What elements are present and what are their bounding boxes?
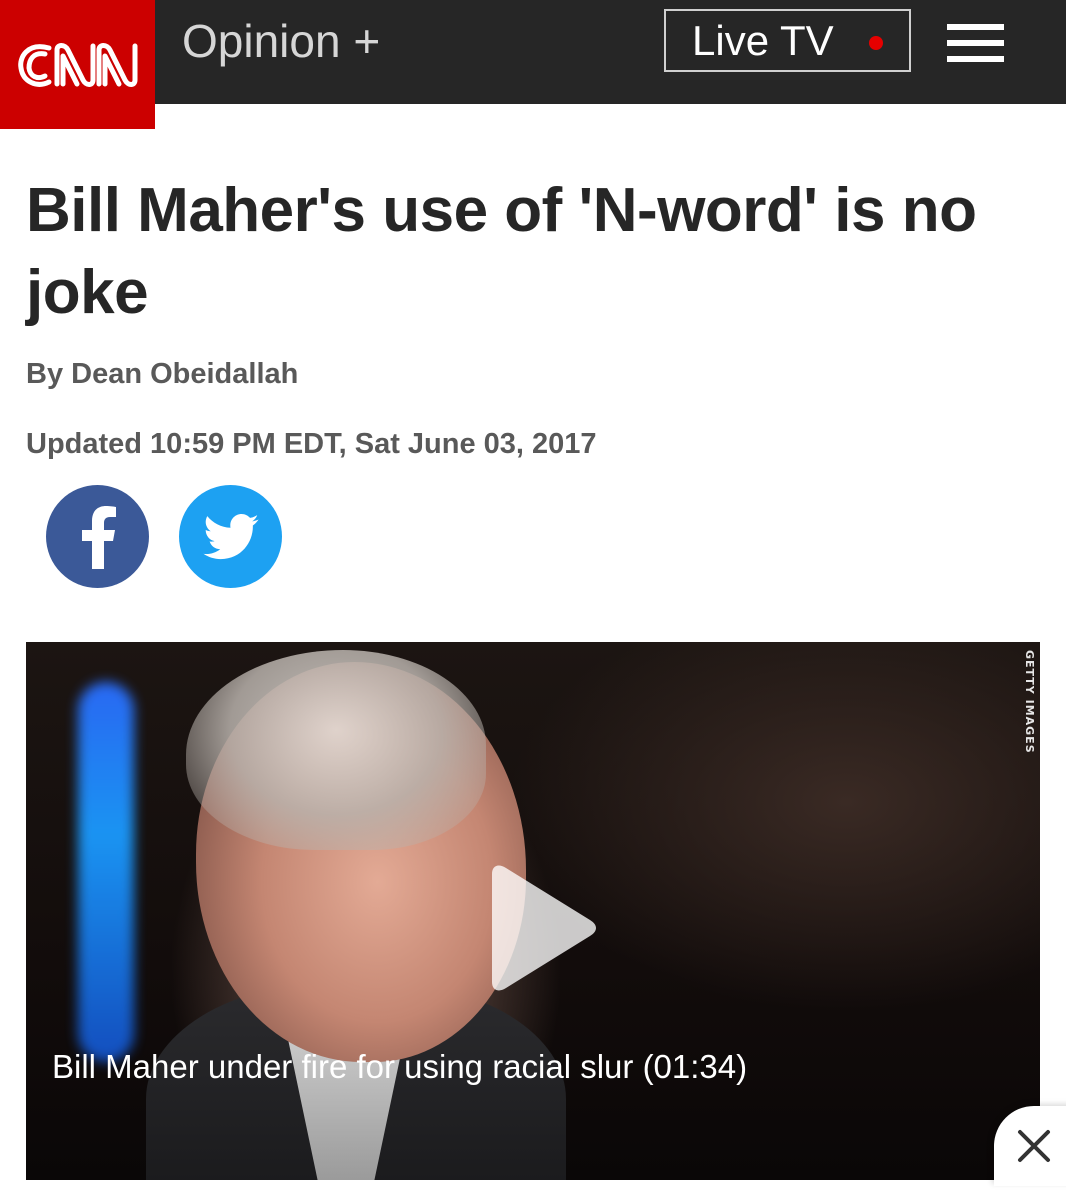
section-label-opinion[interactable]: Opinion + (182, 14, 380, 68)
menu-line (947, 56, 1004, 62)
video-subject-hair (186, 650, 486, 850)
live-indicator-dot (869, 36, 883, 50)
video-player[interactable]: GETTY IMAGES Bill Maher under fire for u… (26, 642, 1040, 1180)
menu-line (947, 40, 1004, 46)
close-icon (1018, 1130, 1050, 1162)
cnn-logo-mark (17, 42, 137, 87)
facebook-icon (81, 505, 116, 569)
close-button[interactable] (994, 1106, 1066, 1186)
article-timestamp: Updated 10:59 PM EDT, Sat June 03, 2017 (26, 428, 597, 460)
facebook-share-button[interactable] (46, 485, 149, 588)
video-background-light (78, 682, 134, 1062)
cnn-logo[interactable] (0, 0, 155, 129)
play-icon[interactable] (480, 864, 600, 992)
menu-line (947, 24, 1004, 30)
article-headline: Bill Maher's use of 'N-word' is no joke (26, 176, 977, 327)
photo-credit: GETTY IMAGES (1023, 650, 1036, 754)
hamburger-menu-icon[interactable] (947, 24, 1004, 64)
twitter-share-button[interactable] (179, 485, 282, 588)
live-tv-label: Live TV (692, 16, 834, 64)
twitter-icon (202, 513, 259, 559)
article-byline[interactable]: By Dean Obeidallah (26, 358, 298, 391)
video-caption: Bill Maher under fire for using racial s… (52, 1048, 748, 1085)
live-tv-button[interactable]: Live TV (664, 9, 911, 72)
